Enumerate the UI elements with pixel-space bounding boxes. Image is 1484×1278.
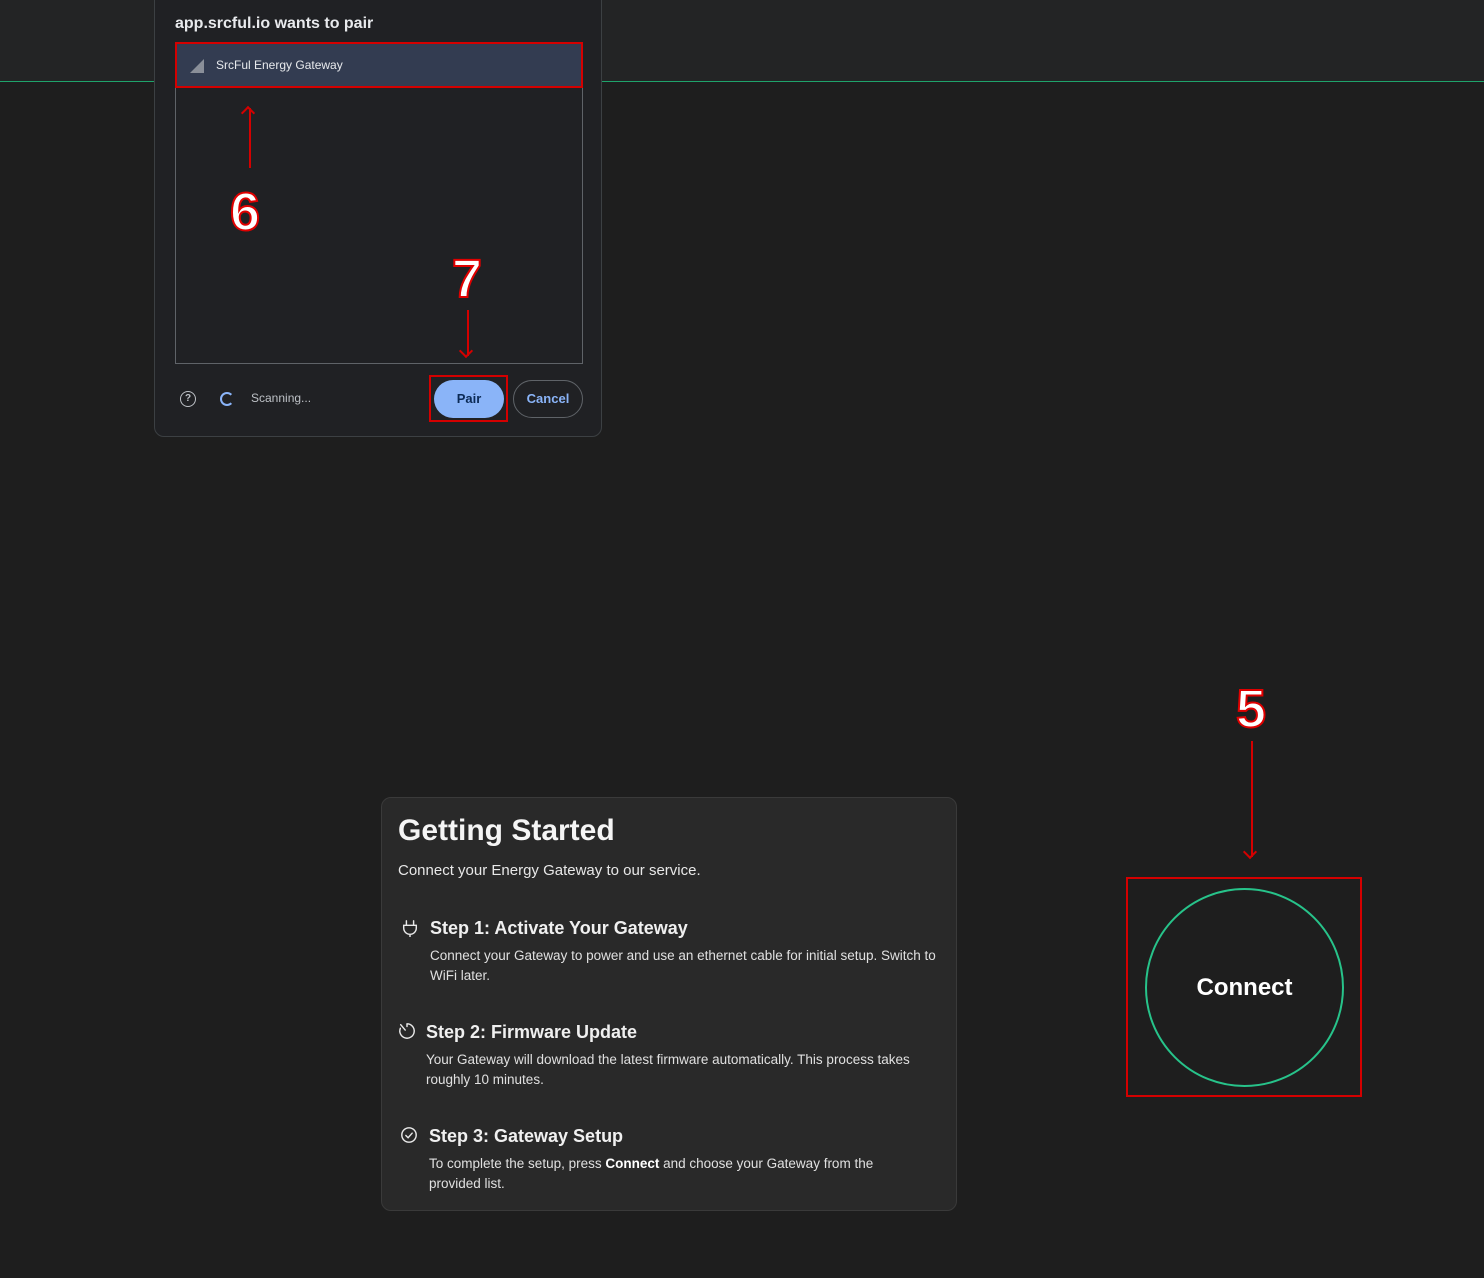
dialog-title: app.srcful.io wants to pair [175, 15, 374, 32]
card-subtitle: Connect your Energy Gateway to our servi… [398, 862, 701, 879]
annotation-number-7: 7 [451, 249, 483, 309]
scanning-status: Scanning... [251, 391, 312, 405]
annotation-arrow-7 [467, 310, 469, 356]
device-item-srcful-gateway[interactable]: SrcFul Energy Gateway [176, 44, 582, 88]
signal-strength-icon [190, 59, 204, 73]
connect-button[interactable]: Connect [1145, 888, 1344, 1087]
check-circle-icon [401, 1127, 417, 1143]
step-2-description: Your Gateway will download the latest fi… [426, 1052, 910, 1087]
step-1-description: Connect your Gateway to power and use an… [430, 948, 936, 983]
timer-icon [399, 1023, 415, 1039]
step-3-description: To complete the setup, press Connect and… [429, 1154, 909, 1194]
step-3-description-before: To complete the setup, press [429, 1156, 606, 1171]
getting-started-card: Getting Started Connect your Energy Gate… [381, 797, 957, 1211]
cancel-button[interactable]: Cancel [513, 380, 583, 418]
help-icon[interactable]: ? [180, 391, 196, 407]
annotation-arrow-6 [249, 108, 251, 168]
annotation-number-5: 5 [1235, 679, 1267, 739]
annotation-number-6: 6 [229, 182, 261, 242]
step-1-title: Step 1: Activate Your Gateway [430, 918, 688, 938]
bluetooth-pair-dialog: app.srcful.io wants to pair SrcFul Energ… [154, 0, 602, 437]
annotation-arrow-5 [1251, 741, 1253, 857]
card-title: Getting Started [398, 814, 615, 847]
pair-button[interactable]: Pair [434, 380, 504, 418]
loading-spinner-icon [220, 392, 234, 406]
device-name: SrcFul Energy Gateway [216, 58, 343, 72]
step-2-title: Step 2: Firmware Update [426, 1022, 638, 1042]
step-3-description-bold: Connect [605, 1156, 660, 1171]
step-3-title: Step 3: Gateway Setup [429, 1126, 624, 1146]
plug-icon [402, 920, 418, 937]
